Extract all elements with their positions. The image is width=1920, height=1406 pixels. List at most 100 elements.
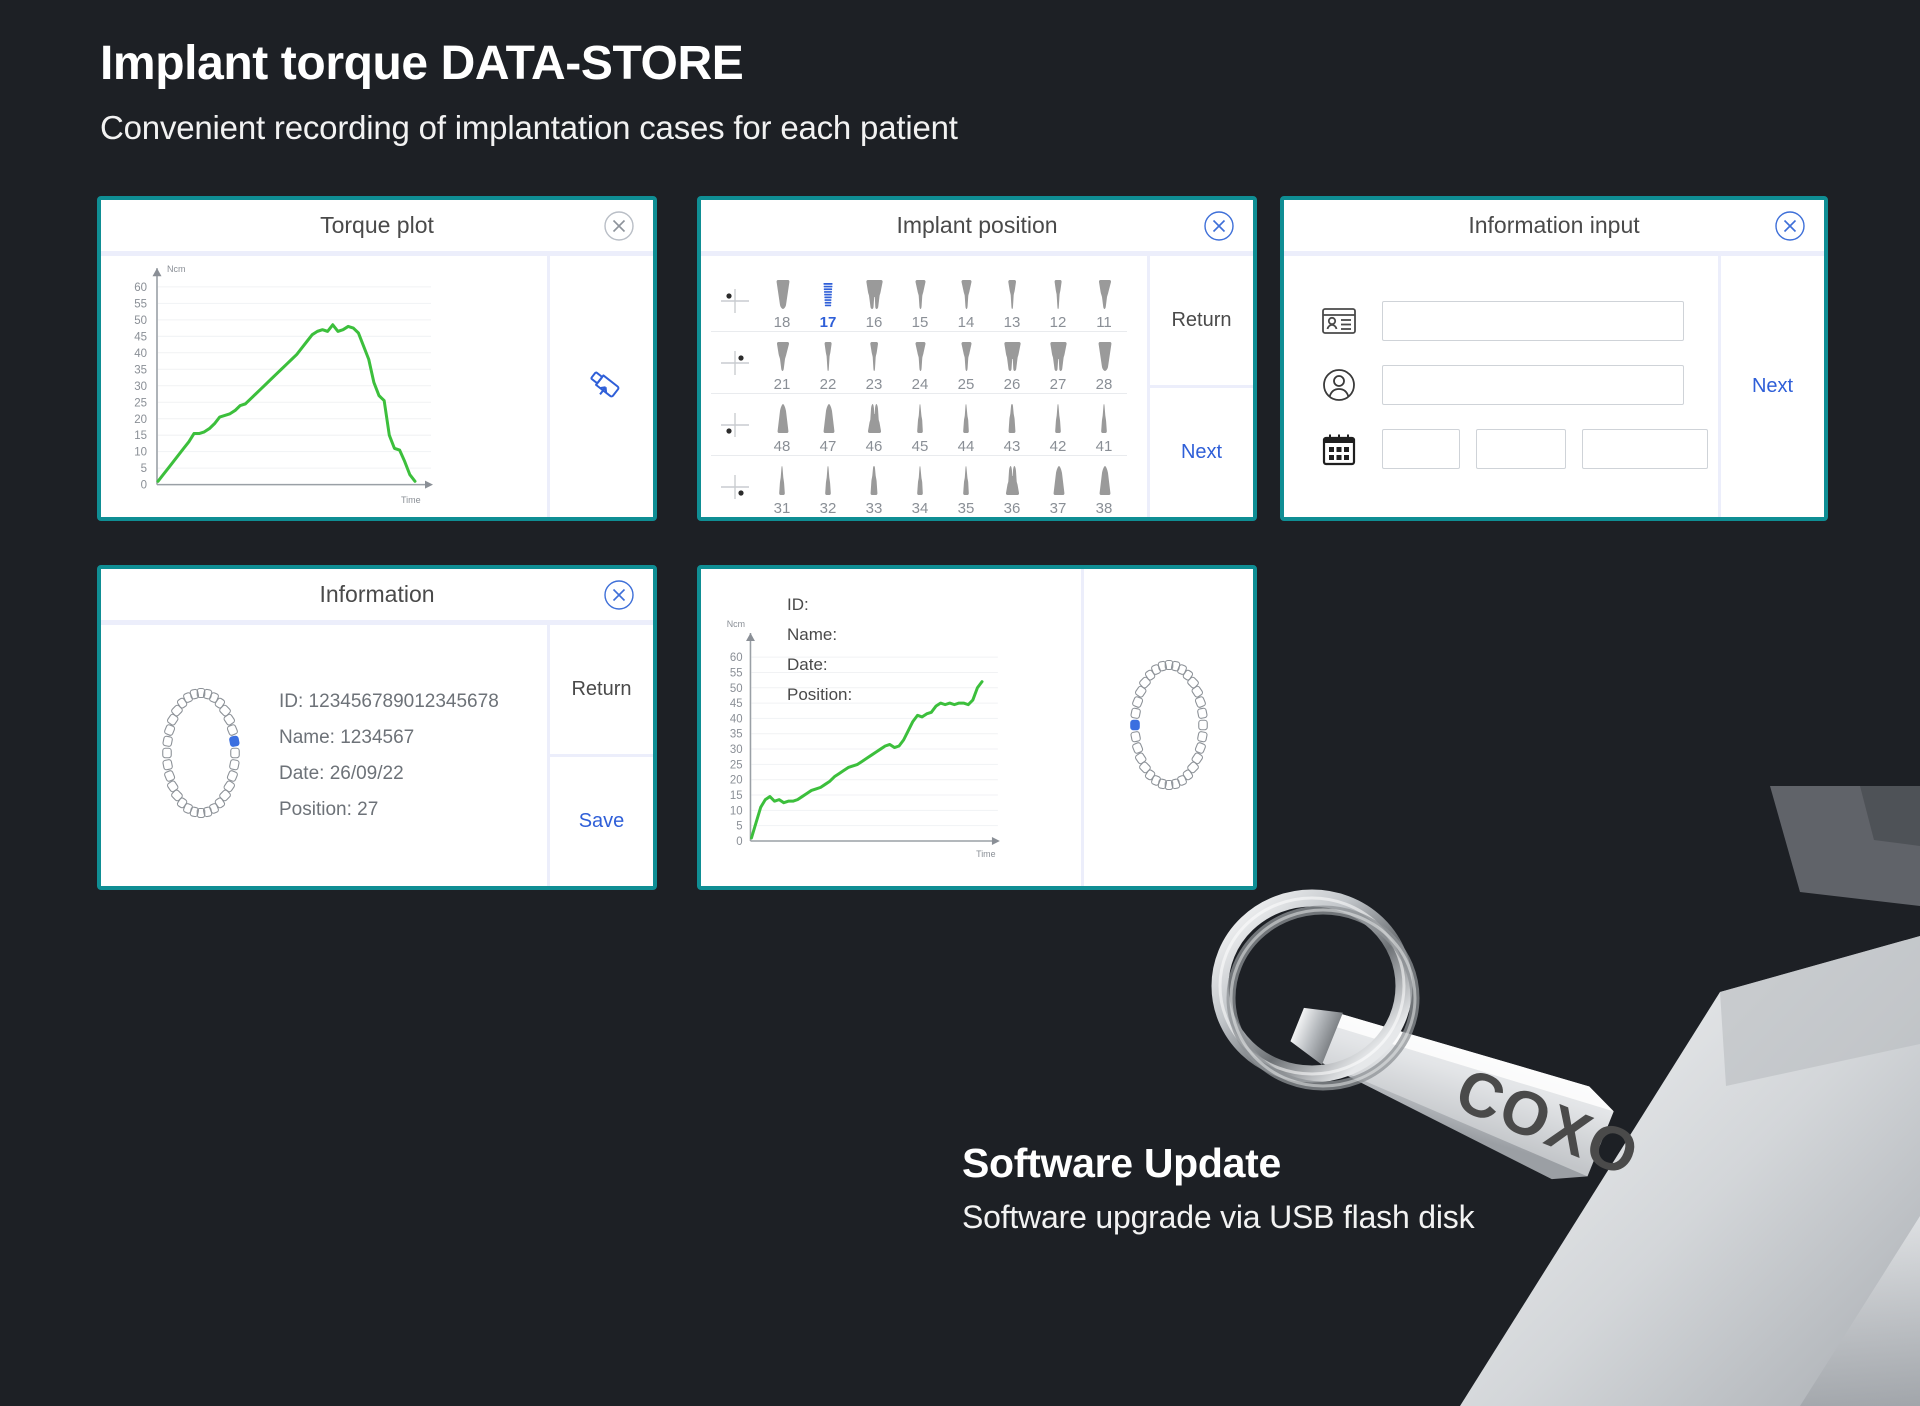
close-icon[interactable]	[603, 579, 635, 611]
lower-molar-split-root-icon	[1001, 456, 1023, 496]
tooth-position-47[interactable]: 47	[805, 394, 851, 455]
close-icon[interactable]	[1203, 210, 1235, 242]
upper-left-quadrant-marker	[711, 343, 759, 383]
arch-tooth	[1134, 752, 1146, 765]
tooth-position-26[interactable]: 26	[989, 332, 1035, 393]
return-button[interactable]: Return	[1150, 256, 1253, 385]
lower-canine-icon	[1001, 394, 1023, 434]
arch-tooth	[162, 747, 172, 759]
y-axis-tick: 60	[134, 282, 147, 294]
name-input[interactable]	[1382, 365, 1684, 405]
save-button[interactable]: Save	[550, 754, 653, 886]
date-day-input[interactable]	[1382, 429, 1460, 469]
tooth-number-label: 48	[773, 438, 791, 455]
arch-tooth	[164, 770, 176, 782]
y-axis-unit-label: Ncm	[727, 619, 745, 629]
card-record-detail: 0 5 10 15 20 25 30 35 40 45 50 55 60 Ncm Time ID: Nam…	[697, 565, 1257, 890]
tooth-position-37[interactable]: 37	[1035, 456, 1081, 517]
date-year-input[interactable]	[1582, 429, 1708, 469]
tooth-position-11[interactable]: 11	[1081, 270, 1127, 331]
tooth-cell-group: 21 22 23 24 25 26 27 28	[759, 332, 1127, 393]
patient-details: ID: 123456789012345678 Name: 1234567 Date:…	[279, 691, 499, 821]
date-month-input[interactable]	[1476, 429, 1566, 469]
usb-flash-drive-photo: COXO	[1160, 786, 1920, 1406]
implant-position-body: 18 17 16 15 14 13 12 11 21 22 23 24 25 26 27 28 48 47 46 45…	[701, 256, 1253, 517]
tooth-position-31[interactable]: 31	[759, 456, 805, 517]
tooth-position-33[interactable]: 33	[851, 456, 897, 517]
tooth-position-16[interactable]: 16	[851, 270, 897, 331]
y-axis-tick: 50	[730, 683, 743, 695]
y-axis-tick: 55	[730, 667, 743, 679]
arch-tooth	[226, 724, 238, 736]
tooth-number-label: 22	[819, 376, 837, 393]
tooth-position-41[interactable]: 41	[1081, 394, 1127, 455]
tooth-position-22[interactable]: 22	[805, 332, 851, 393]
form-row-name	[1318, 364, 1684, 406]
torque-plot-title-bar: Torque plot	[101, 200, 653, 256]
canine-single-root-icon	[1001, 270, 1023, 310]
next-button[interactable]: Next	[1150, 385, 1253, 517]
lower-molar-two-root-icon	[771, 394, 793, 434]
molar-split-root-icon	[863, 270, 885, 310]
torque-plot-side-panel	[547, 256, 653, 517]
y-axis-tick: 35	[134, 364, 147, 376]
lower-premolar-icon	[955, 394, 977, 434]
tooth-position-34[interactable]: 34	[897, 456, 943, 517]
implant-screw-icon	[817, 270, 839, 310]
tooth-position-28[interactable]: 28	[1081, 332, 1127, 393]
tooth-position-15[interactable]: 15	[897, 270, 943, 331]
lower-molar-split-root-icon	[863, 394, 885, 434]
tooth-position-24[interactable]: 24	[897, 332, 943, 393]
tooth-position-38[interactable]: 38	[1081, 456, 1127, 517]
tooth-position-23[interactable]: 23	[851, 332, 897, 393]
tooth-position-48[interactable]: 48	[759, 394, 805, 455]
tooth-position-46[interactable]: 46	[851, 394, 897, 455]
molar-split-root-icon	[1047, 332, 1069, 372]
information-input-side-panel: Next	[1718, 256, 1824, 517]
torque-plot-canvas: 0 5 10 15 20 25 30 35 40 45 50 55 60 Ncm Time	[101, 256, 547, 517]
headline-block: Implant torque DATA-STORE Convenient rec…	[100, 37, 958, 147]
tooth-position-45[interactable]: 45	[897, 394, 943, 455]
return-button[interactable]: Return	[550, 625, 653, 754]
tooth-position-14[interactable]: 14	[943, 270, 989, 331]
tooth-position-17[interactable]: 17	[805, 270, 851, 331]
tooth-position-grid[interactable]: 18 17 16 15 14 13 12 11 21 22 23 24 25 26 27 28 48 47 46 45…	[701, 256, 1147, 517]
y-axis-tick: 40	[730, 713, 743, 725]
information-input-title-bar: Information input	[1284, 200, 1824, 256]
tooth-position-13[interactable]: 13	[989, 270, 1035, 331]
id-input[interactable]	[1382, 301, 1684, 341]
next-button[interactable]: Next	[1721, 256, 1824, 517]
tooth-position-25[interactable]: 25	[943, 332, 989, 393]
form-row-id	[1318, 300, 1684, 342]
tooth-position-32[interactable]: 32	[805, 456, 851, 517]
key-ring	[1211, 889, 1420, 1091]
arch-tooth	[162, 759, 173, 771]
arch-tooth	[171, 789, 183, 802]
usb-upload-button[interactable]	[550, 256, 653, 517]
card-torque-plot: Torque plot 0 5 10 15 20 25 30 35 40 45 50 55 60	[97, 196, 657, 521]
tooth-position-42[interactable]: 42	[1035, 394, 1081, 455]
device-brand-label: COXO	[1447, 1055, 1650, 1190]
arch-tooth	[223, 780, 235, 793]
tooth-position-12[interactable]: 12	[1035, 270, 1081, 331]
tooth-position-43[interactable]: 43	[989, 394, 1035, 455]
arch-tooth	[1196, 707, 1208, 719]
close-icon[interactable]	[603, 210, 635, 242]
tooth-row: 31 32 33 34 35 36 37 38	[711, 456, 1127, 517]
software-update-block: Software Update Software upgrade via USB…	[962, 1140, 1475, 1236]
arch-tooth	[1138, 676, 1151, 689]
implant-position-grid-area: 18 17 16 15 14 13 12 11 21 22 23 24 25 26 27 28 48 47 46 45…	[701, 256, 1147, 517]
tooth-position-27[interactable]: 27	[1035, 332, 1081, 393]
tooth-position-35[interactable]: 35	[943, 456, 989, 517]
y-axis-tick: 10	[134, 447, 147, 459]
y-axis-tick: 35	[730, 729, 743, 741]
tooth-position-18[interactable]: 18	[759, 270, 805, 331]
tooth-number-label: 18	[773, 314, 791, 331]
tooth-position-21[interactable]: 21	[759, 332, 805, 393]
close-icon[interactable]	[1774, 210, 1806, 242]
tooth-position-36[interactable]: 36	[989, 456, 1035, 517]
tooth-number-label: 36	[1003, 500, 1021, 517]
information-area: ID: 123456789012345678 Name: 1234567 Date:…	[101, 625, 547, 886]
tooth-position-44[interactable]: 44	[943, 394, 989, 455]
patient-detail-line: ID: 123456789012345678	[279, 690, 499, 712]
